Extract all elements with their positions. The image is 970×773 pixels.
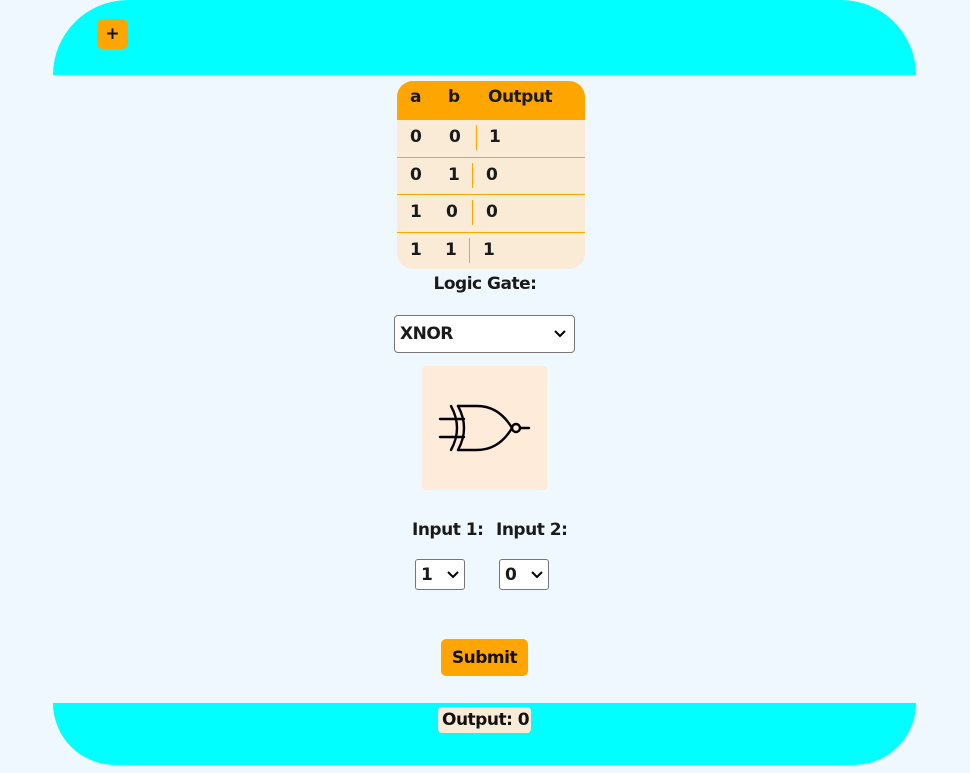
cell-a: 1 [410, 202, 422, 222]
column-divider [476, 125, 477, 150]
table-row: 0 1 0 [397, 156, 585, 195]
input2-selected-value: 0 [505, 564, 517, 585]
column-header-a: a [410, 87, 421, 107]
cell-output: 1 [483, 239, 495, 260]
column-header-b: b [448, 87, 460, 107]
output-display: Output: 0 [438, 707, 531, 733]
cell-b: 0 [446, 202, 458, 222]
logic-gate-selected-value: XNOR [400, 324, 453, 344]
input2-label: Input 2: [496, 520, 568, 540]
column-divider [472, 200, 473, 225]
truth-table: a b Output 0 0 1 0 1 0 1 0 0 1 1 1 [397, 81, 585, 269]
xnor-gate-icon [438, 404, 530, 452]
cell-b: 1 [445, 239, 457, 260]
cell-a: 1 [410, 239, 422, 260]
column-divider [472, 162, 473, 188]
cell-output: 0 [486, 164, 498, 185]
chevron-down-icon [447, 570, 459, 578]
cell-a: 0 [410, 164, 422, 185]
input1-select[interactable]: 1 [415, 559, 465, 590]
cell-a: 0 [410, 127, 422, 147]
column-divider [469, 237, 470, 263]
table-row: 1 1 1 [397, 231, 585, 270]
input1-selected-value: 1 [421, 564, 433, 585]
cell-output: 1 [489, 127, 501, 147]
input1-label: Input 1: [412, 520, 484, 540]
chevron-down-icon [554, 330, 566, 338]
add-button[interactable]: + [97, 19, 128, 49]
column-header-output: Output [488, 87, 553, 107]
chevron-down-icon [531, 570, 543, 578]
logic-gate-select[interactable]: XNOR [394, 315, 575, 353]
footer-bar: Output: 0 [53, 703, 916, 765]
truth-table-header: a b Output [397, 81, 585, 119]
table-row: 0 0 1 [397, 119, 585, 157]
logic-gate-label: Logic Gate: [433, 274, 537, 294]
cell-output: 0 [486, 202, 498, 222]
gate-image [422, 366, 547, 490]
submit-button[interactable]: Submit [441, 639, 528, 676]
input2-select[interactable]: 0 [499, 559, 549, 590]
cell-b: 0 [449, 127, 461, 147]
table-row: 1 0 0 [397, 194, 585, 232]
cell-b: 1 [448, 164, 460, 185]
header-bar: + [53, 0, 916, 75]
